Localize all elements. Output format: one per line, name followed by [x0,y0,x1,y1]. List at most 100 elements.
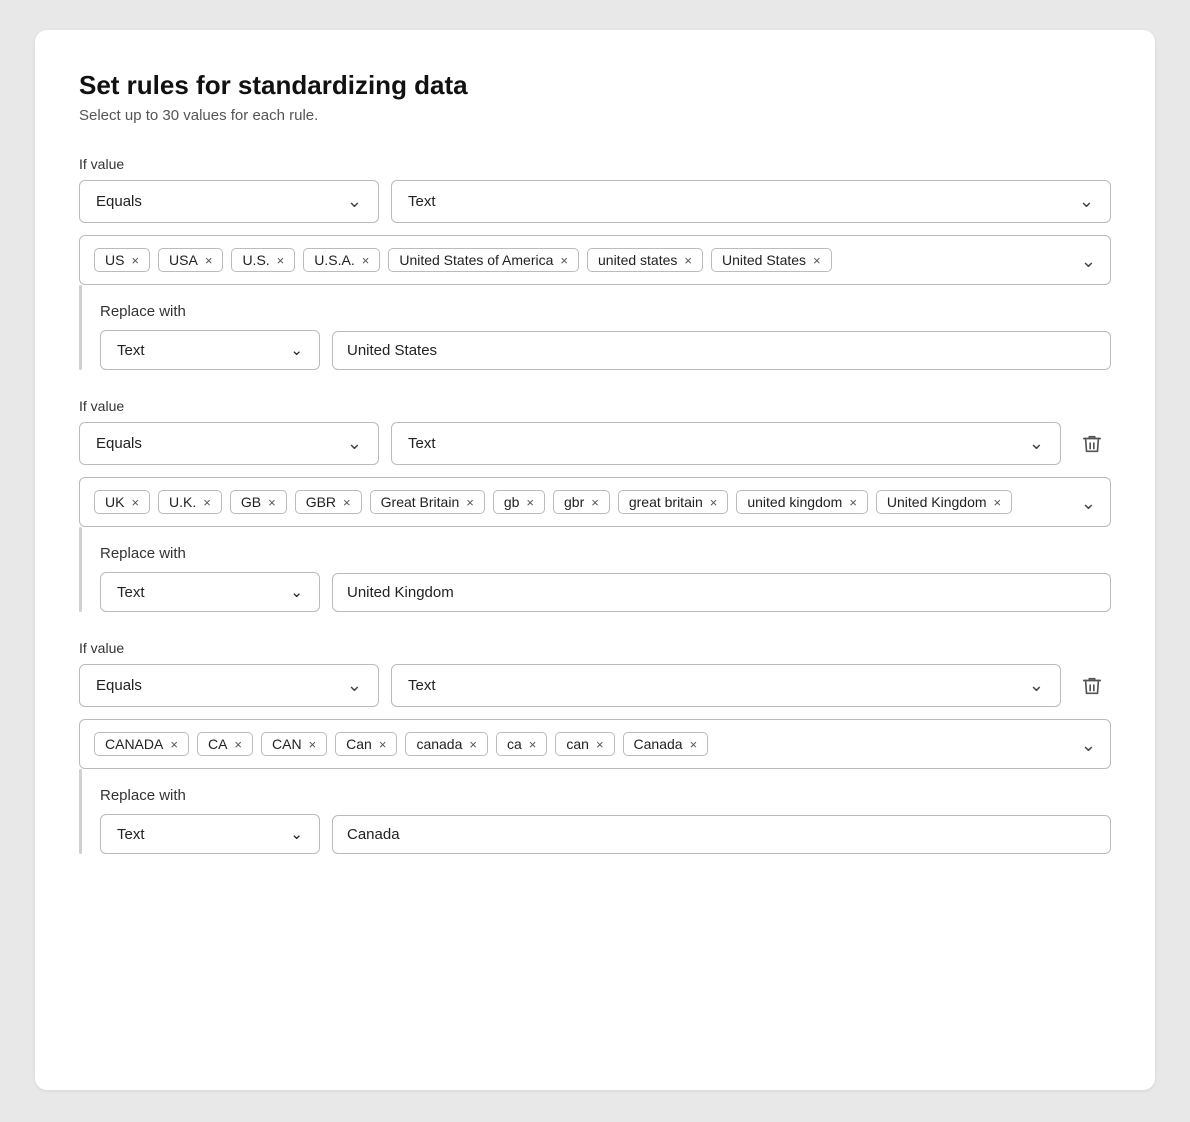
chevron-icon: ⌄ [290,825,303,843]
condition-select-1[interactable]: Equals ⌄ [79,180,379,223]
main-card: Set rules for standardizing data Select … [35,30,1155,1090]
if-value-label-1: If value [79,156,1111,172]
replace-content-1: Replace with Text ⌄ [100,285,1111,370]
tag-gb: GB× [230,490,287,514]
chevron-icon: ⌄ [347,433,362,454]
tag-gb-lower: gb× [493,490,545,514]
condition-select-3[interactable]: Equals ⌄ [79,664,379,707]
remove-tag-us-dot[interactable]: × [277,253,285,268]
replace-value-input-3[interactable] [332,815,1111,854]
replace-bar-2 [79,527,82,612]
remove-tag-uk-dot[interactable]: × [203,495,211,510]
remove-tag-uk[interactable]: × [131,495,139,510]
tag-canada: Canada× [623,732,709,756]
replace-with-label-2: Replace with [100,545,1111,562]
tag-can-lower: can× [555,732,614,756]
chevron-icon: ⌄ [347,675,362,696]
remove-tag-great-britain-lower[interactable]: × [710,495,718,510]
replace-value-input-2[interactable] [332,573,1111,612]
tag-can-upper: CAN× [261,732,327,756]
tags-box-2: UK× U.K.× GB× GBR× Great Britain× gb× gb… [79,477,1111,527]
remove-tag-ca-lower[interactable]: × [529,737,537,752]
tag-united-states: United States× [711,248,832,272]
type-select-2[interactable]: Text ⌄ [391,422,1061,465]
remove-tag-great-britain[interactable]: × [466,495,474,510]
replace-bar-3 [79,769,82,854]
tag-canada-lower: canada× [405,732,488,756]
remove-tag-can-mixed[interactable]: × [379,737,387,752]
replace-section-1: Replace with Text ⌄ [79,285,1111,370]
remove-tag-canada-upper[interactable]: × [170,737,178,752]
tag-united-states-lower: united states× [587,248,703,272]
remove-tag-us[interactable]: × [131,253,139,268]
replace-type-select-1[interactable]: Text ⌄ [100,330,320,370]
type-select-3[interactable]: Text ⌄ [391,664,1061,707]
remove-tag-usa-dot[interactable]: × [362,253,370,268]
tag-united-states-of-america: United States of America× [388,248,579,272]
condition-row-1: Equals ⌄ Text ⌄ [79,180,1111,223]
page-title: Set rules for standardizing data [79,70,1111,101]
tags-chevron-2[interactable]: ⌄ [1081,493,1096,514]
tag-united-kingdom: United Kingdom× [876,490,1012,514]
tag-great-britain-lower: great britain× [618,490,729,514]
rule-block-2: If value Equals ⌄ Text ⌄ [79,398,1111,612]
replace-with-label-1: Replace with [100,303,1111,320]
remove-tag-gb-lower[interactable]: × [526,495,534,510]
tag-gbr-lower: gbr× [553,490,610,514]
replace-row-3: Text ⌄ [100,814,1111,854]
tag-gbr: GBR× [295,490,362,514]
remove-tag-usa[interactable]: × [205,253,213,268]
remove-tag-canada[interactable]: × [690,737,698,752]
delete-rule-3[interactable] [1073,669,1111,703]
tag-us: US× [94,248,150,272]
tag-uk-dot: U.K.× [158,490,222,514]
replace-section-3: Replace with Text ⌄ [79,769,1111,854]
tags-chevron-3[interactable]: ⌄ [1081,735,1096,756]
remove-tag-gbr-lower[interactable]: × [591,495,599,510]
replace-content-2: Replace with Text ⌄ [100,527,1111,612]
condition-row-3: Equals ⌄ Text ⌄ [79,664,1111,707]
remove-tag-united-states-of-america[interactable]: × [560,253,568,268]
replace-section-2: Replace with Text ⌄ [79,527,1111,612]
chevron-icon: ⌄ [290,583,303,601]
rule-block-1: If value Equals ⌄ Text ⌄ US× USA× U.S.× … [79,156,1111,370]
chevron-icon: ⌄ [1029,675,1044,696]
replace-type-select-3[interactable]: Text ⌄ [100,814,320,854]
if-value-label-3: If value [79,640,1111,656]
type-select-1[interactable]: Text ⌄ [391,180,1111,223]
replace-type-select-2[interactable]: Text ⌄ [100,572,320,612]
remove-tag-ca[interactable]: × [234,737,242,752]
remove-tag-united-kingdom-lower[interactable]: × [849,495,857,510]
remove-tag-can-lower[interactable]: × [596,737,604,752]
remove-tag-gbr[interactable]: × [343,495,351,510]
chevron-icon: ⌄ [1029,433,1044,454]
replace-value-input-1[interactable] [332,331,1111,370]
condition-select-2[interactable]: Equals ⌄ [79,422,379,465]
tag-uk: UK× [94,490,150,514]
remove-tag-united-states[interactable]: × [813,253,821,268]
tag-united-kingdom-lower: united kingdom× [736,490,868,514]
tag-ca-lower: ca× [496,732,547,756]
tag-us-dot: U.S.× [231,248,295,272]
condition-row-2: Equals ⌄ Text ⌄ [79,422,1111,465]
tag-usa: USA× [158,248,223,272]
if-value-label-2: If value [79,398,1111,414]
remove-tag-canada-lower[interactable]: × [469,737,477,752]
remove-tag-can-upper[interactable]: × [309,737,317,752]
chevron-icon: ⌄ [347,191,362,212]
delete-rule-2[interactable] [1073,427,1111,461]
remove-tag-united-kingdom[interactable]: × [994,495,1002,510]
replace-with-label-3: Replace with [100,787,1111,804]
replace-row-1: Text ⌄ [100,330,1111,370]
chevron-icon: ⌄ [290,341,303,359]
remove-tag-gb[interactable]: × [268,495,276,510]
replace-row-2: Text ⌄ [100,572,1111,612]
tags-chevron-1[interactable]: ⌄ [1081,251,1096,272]
tag-canada-upper: CANADA× [94,732,189,756]
tag-usa-dot: U.S.A.× [303,248,380,272]
replace-bar-1 [79,285,82,370]
tag-ca: CA× [197,732,253,756]
remove-tag-united-states-lower[interactable]: × [684,253,692,268]
tag-great-britain: Great Britain× [370,490,485,514]
chevron-icon: ⌄ [1079,191,1094,212]
